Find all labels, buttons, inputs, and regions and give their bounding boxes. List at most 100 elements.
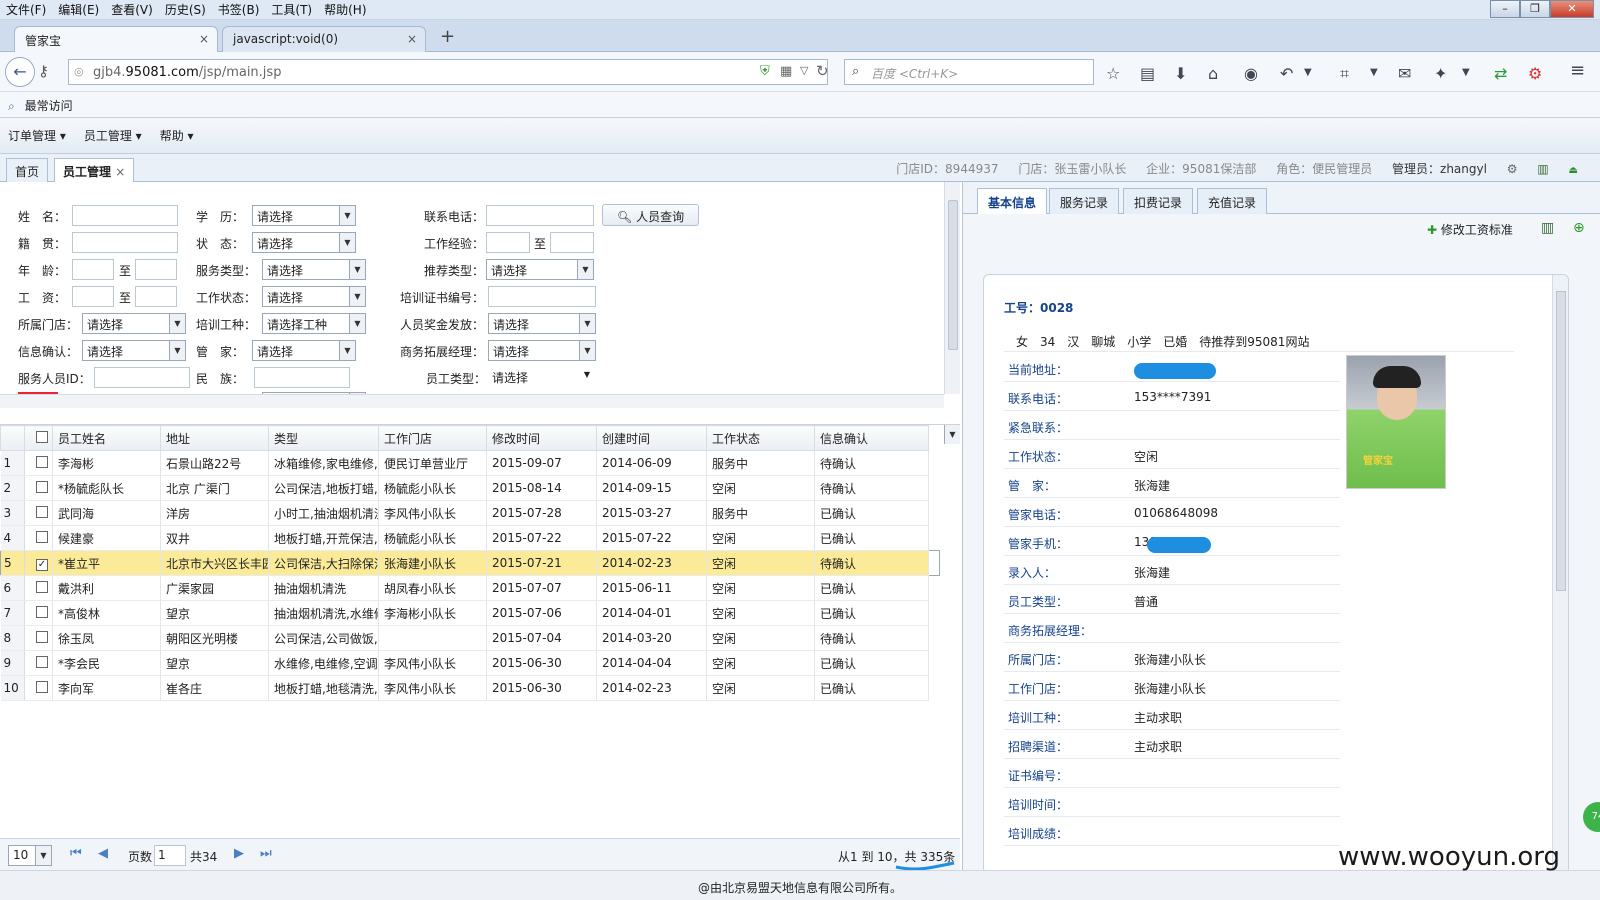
undo-icon[interactable]: ↶ xyxy=(1280,64,1293,83)
salary-to-input[interactable] xyxy=(135,286,177,307)
scroll-thumb[interactable] xyxy=(948,200,958,350)
table-row[interactable]: 2 *杨毓彪队长 北京 广渠门 公司保洁,地板打蜡, 杨毓彪小队长 2015-08-14 2… xyxy=(0,475,940,501)
table-row[interactable]: 3 武同海 洋房 小时工,抽油烟机清洗 李风伟小队长 2015-07-28 2015-03-… xyxy=(0,500,940,526)
menu-view[interactable]: 查看(V) xyxy=(105,1,159,18)
minimize-button[interactable]: – xyxy=(1490,0,1520,18)
addon-dropdown-icon[interactable]: ▼ xyxy=(1462,67,1470,78)
menu-order-management[interactable]: 订单管理 ▾ xyxy=(8,127,66,144)
back-button[interactable]: ← xyxy=(5,57,35,87)
biz-manager-select[interactable]: 请选择 xyxy=(488,340,596,361)
col-work-status[interactable]: 工作状态 xyxy=(706,425,815,451)
table-row[interactable]: 4 候建豪 双井 地板打蜡,开荒保洁, 杨毓彪小队长 2015-07-22 2015-07-… xyxy=(0,525,940,551)
col-name[interactable]: 员工姓名 xyxy=(52,425,161,451)
menu-edit[interactable]: 编辑(E) xyxy=(52,1,105,18)
experience-to-input[interactable] xyxy=(550,232,594,253)
staff-query-button[interactable]: 🔍︎ 人员查询 xyxy=(602,204,700,226)
scroll-thumb[interactable] xyxy=(1556,291,1566,591)
first-page-icon[interactable]: ⏮ xyxy=(70,846,82,861)
browser-tab-javascript[interactable]: javascript:void(0) × xyxy=(222,26,426,52)
employee-type-select[interactable]: 请选择 ▼ xyxy=(488,367,596,388)
floating-badge[interactable]: 74 xyxy=(1583,802,1600,832)
menu-app-help[interactable]: 帮助 ▾ xyxy=(160,127,194,144)
tab-recharge-records[interactable]: 充值记录 xyxy=(1197,188,1268,214)
reload-icon[interactable]: ↻ xyxy=(816,62,829,80)
select-all-checkbox[interactable] xyxy=(36,430,48,443)
row-checkbox[interactable] xyxy=(36,505,48,518)
undo-dropdown-icon[interactable]: ▼ xyxy=(1304,67,1312,78)
cert-number-input[interactable] xyxy=(488,286,596,307)
close-tab-icon[interactable]: × xyxy=(115,165,125,179)
row-checkbox-cell[interactable] xyxy=(24,650,53,676)
menu-file[interactable]: 文件(F) xyxy=(0,1,52,18)
chat-icon[interactable]: ◉ xyxy=(1244,64,1258,83)
crop-dropdown-icon[interactable]: ▼ xyxy=(1370,67,1378,78)
table-row[interactable]: 7 *高俊林 望京 抽油烟机清洗,水维修 李海彬小队长 2015-07-06 2014-04… xyxy=(0,600,940,626)
row-checkbox[interactable] xyxy=(36,680,48,693)
tab-home[interactable]: 首页 xyxy=(6,158,49,182)
row-checkbox-cell[interactable] xyxy=(24,525,53,551)
tab-basic-info[interactable]: 基本信息 xyxy=(977,188,1048,214)
last-page-icon[interactable]: ⏭ xyxy=(260,846,272,861)
row-checkbox[interactable] xyxy=(36,580,48,593)
recommend-type-select[interactable]: 请选择 xyxy=(486,259,594,280)
shield-icon[interactable]: ⛨ xyxy=(760,64,770,79)
search-icon[interactable]: ⌕ xyxy=(852,64,859,79)
close-window-button[interactable]: ✕ xyxy=(1550,0,1594,18)
salary-from-input[interactable] xyxy=(72,286,114,307)
table-row[interactable]: 1 李海彬 石景山路22号 冰箱维修,家电维修, 便民订单营业厅 2015-09-07 20… xyxy=(0,450,940,476)
row-checkbox[interactable] xyxy=(36,480,48,493)
add-circle-icon[interactable]: ⊕ xyxy=(1573,220,1585,236)
tab-service-records[interactable]: 服务记录 xyxy=(1049,188,1120,214)
native-place-input[interactable] xyxy=(72,232,178,253)
site-info-icon[interactable]: ◎ xyxy=(74,65,84,78)
butler-select[interactable]: 请选择 xyxy=(252,340,356,361)
row-checkbox[interactable] xyxy=(36,455,48,468)
name-input[interactable] xyxy=(72,205,178,226)
reading-list-icon[interactable]: ▤ xyxy=(1140,64,1155,83)
col-created[interactable]: 创建时间 xyxy=(596,425,707,451)
training-type-select[interactable]: 请选择工种 xyxy=(262,313,366,334)
staff-id-input[interactable] xyxy=(94,367,190,388)
page-size-select[interactable]: 10 xyxy=(8,845,52,866)
download-icon[interactable]: ⬇ xyxy=(1174,64,1187,83)
bookmark-most-visited[interactable]: 最常访问 xyxy=(25,99,73,113)
sync-icon[interactable]: ⇄ xyxy=(1494,64,1507,83)
addon-icon[interactable]: ✦ xyxy=(1434,64,1447,83)
star-icon[interactable]: ☆ xyxy=(1106,64,1120,83)
education-select[interactable]: 请选择 xyxy=(252,205,356,226)
dropdown-icon[interactable]: ▽ xyxy=(800,64,808,77)
form-horizontal-scrollbar[interactable] xyxy=(0,394,944,408)
phone-input[interactable] xyxy=(486,205,594,226)
menu-help[interactable]: 帮助(H) xyxy=(318,1,372,18)
close-tab-icon[interactable]: × xyxy=(407,32,417,46)
new-tab-button[interactable]: + xyxy=(440,26,455,47)
row-checkbox-cell[interactable] xyxy=(24,575,53,601)
browser-tab-guanjiabao[interactable]: 管家宝 × xyxy=(14,26,218,52)
ethnic-input[interactable] xyxy=(254,367,350,388)
col-address[interactable]: 地址 xyxy=(160,425,269,451)
menu-bookmarks[interactable]: 书签(B) xyxy=(212,1,266,18)
status-select[interactable]: 请选择 xyxy=(252,232,356,253)
qr-icon[interactable]: ▦ xyxy=(780,64,792,79)
exit-icon[interactable]: ⏏ xyxy=(1569,165,1578,176)
comment-icon[interactable]: ✉ xyxy=(1398,64,1411,83)
page-number-input[interactable]: 1 xyxy=(154,845,186,866)
home-icon[interactable]: ⌂ xyxy=(1208,64,1218,83)
book-icon[interactable]: ▥ xyxy=(1541,220,1554,236)
close-tab-icon[interactable]: × xyxy=(199,32,209,46)
row-checkbox[interactable] xyxy=(36,530,48,543)
table-row[interactable]: 8 徐玉凤 朝阳区光明楼 公司保洁,公司做饭, 2015-07-04 2014-03-20… xyxy=(0,625,940,651)
maximize-button[interactable]: ❐ xyxy=(1520,0,1550,18)
table-row[interactable]: 5 ✓ *崔立平 北京市大兴区长丰园 公司保洁,大扫除保洁 张海建小队长 2015-07-2… xyxy=(0,550,940,576)
col-info-confirm[interactable]: 信息确认 xyxy=(814,425,929,451)
url-bar[interactable]: gjb4.95081.com/jsp/main.jsp xyxy=(68,59,828,85)
form-vertical-scrollbar[interactable] xyxy=(944,182,960,394)
row-checkbox-cell[interactable]: ✓ xyxy=(24,550,53,576)
table-row[interactable]: 9 *李会民 望京 水维修,电维修,空调清 李风伟小队长 2015-06-30 2014-0… xyxy=(0,650,940,676)
edit-salary-button[interactable]: ✚ 修改工资标准 xyxy=(1427,221,1513,238)
age-to-input[interactable] xyxy=(135,259,177,280)
row-checkbox-cell[interactable] xyxy=(24,500,53,526)
tab-deduction-records[interactable]: 扣费记录 xyxy=(1123,188,1194,214)
bonus-select[interactable]: 请选择 xyxy=(488,313,596,334)
row-checkbox[interactable] xyxy=(36,655,48,668)
